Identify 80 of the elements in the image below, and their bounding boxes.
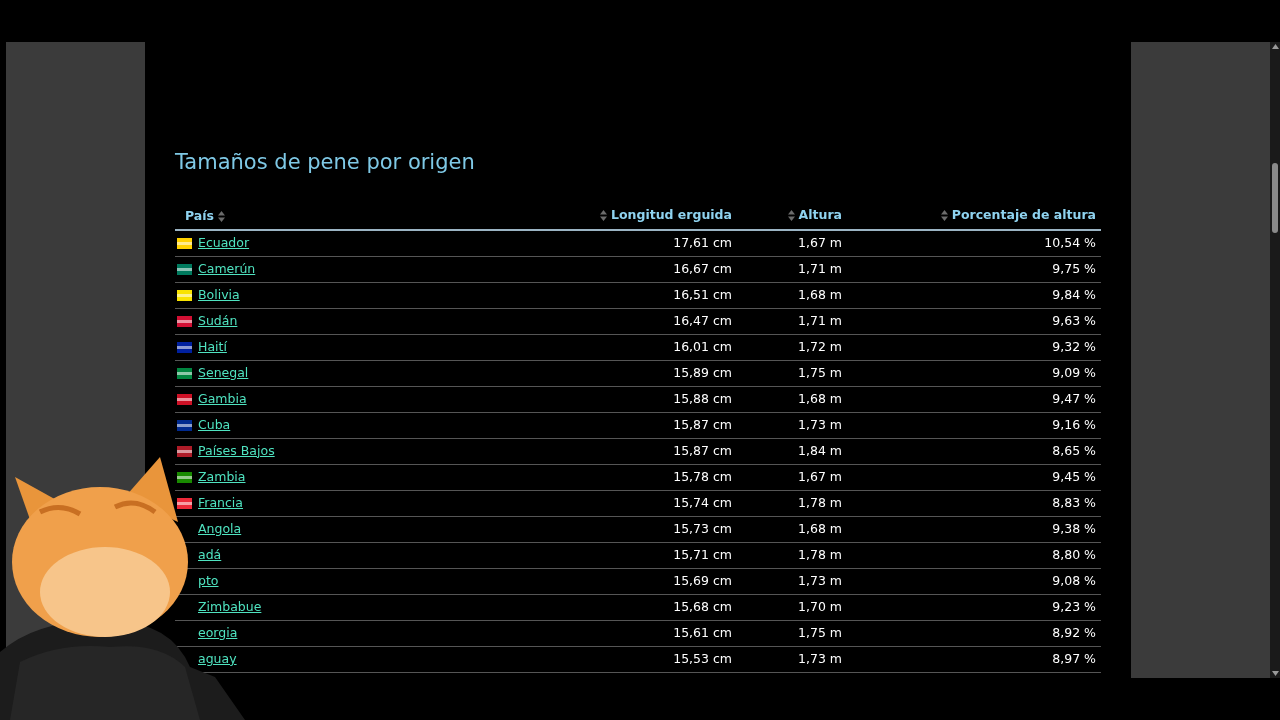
column-header[interactable]: Altura [798, 206, 842, 225]
percent-cell: 9,38 % [1052, 520, 1096, 536]
length-cell: 16,67 cm [673, 260, 732, 276]
country-link[interactable]: Cuba [198, 415, 231, 435]
percent-cell: 8,92 % [1052, 624, 1096, 640]
percent-cell: 9,47 % [1052, 390, 1096, 406]
height-cell: 1,71 m [798, 260, 842, 276]
percent-cell: 8,83 % [1052, 494, 1096, 510]
height-cell: 1,68 m [798, 520, 842, 536]
percent-cell: 9,08 % [1052, 572, 1096, 588]
country-link[interactable]: Camerún [198, 259, 256, 279]
country-link[interactable]: Senegal [198, 363, 249, 383]
length-cell: 17,61 cm [673, 234, 732, 250]
height-cell: 1,71 m [798, 312, 842, 328]
percent-cell: 9,84 % [1052, 286, 1096, 302]
height-cell: 1,84 m [798, 442, 842, 458]
sort-icon [218, 211, 225, 222]
length-cell: 15,53 cm [673, 650, 732, 666]
length-cell: 15,61 cm [673, 624, 732, 640]
length-cell: 15,87 cm [673, 442, 732, 458]
country-link[interactable]: Francia [198, 493, 243, 513]
country-link[interactable]: Países Bajos [198, 441, 275, 461]
country-link[interactable]: Angola [198, 519, 242, 539]
country-link[interactable]: eorgia [198, 623, 238, 643]
length-cell: 16,01 cm [673, 338, 732, 354]
scrollbar[interactable] [1270, 42, 1280, 678]
column-header[interactable]: País [185, 207, 214, 226]
length-cell: 15,69 cm [673, 572, 732, 588]
country-link[interactable]: Ecuador [198, 233, 250, 253]
length-cell: 15,87 cm [673, 416, 732, 432]
length-cell: 15,78 cm [673, 468, 732, 484]
country-link[interactable]: pto [198, 571, 219, 591]
country-link[interactable]: adá [198, 545, 222, 565]
height-cell: 1,73 m [798, 416, 842, 432]
column-header[interactable]: Longitud erguida [611, 206, 732, 225]
country-link[interactable]: Gambia [198, 389, 247, 409]
country-link[interactable]: Sudán [198, 311, 238, 331]
scroll-down-icon[interactable] [1271, 671, 1279, 676]
height-cell: 1,68 m [798, 390, 842, 406]
length-cell: 15,89 cm [673, 364, 732, 380]
percent-cell: 9,23 % [1052, 598, 1096, 614]
percent-cell: 8,65 % [1052, 442, 1096, 458]
length-cell: 15,74 cm [673, 494, 732, 510]
percent-cell: 9,32 % [1052, 338, 1096, 354]
percent-cell: 8,97 % [1052, 650, 1096, 666]
length-cell: 15,73 cm [673, 520, 732, 536]
page-title: Tamaños de pene por origen [175, 149, 475, 176]
sort-icon [940, 210, 948, 222]
height-cell: 1,67 m [798, 468, 842, 484]
height-cell: 1,70 m [798, 598, 842, 614]
height-cell: 1,78 m [798, 546, 842, 562]
length-cell: 15,68 cm [673, 598, 732, 614]
percent-cell: 9,45 % [1052, 468, 1096, 484]
country-link[interactable]: Zambia [198, 467, 246, 487]
height-cell: 1,75 m [798, 624, 842, 640]
sort-icon [600, 210, 607, 222]
percent-cell: 10,54 % [1044, 234, 1096, 250]
percent-cell: 9,75 % [1052, 260, 1096, 276]
percent-cell: 9,16 % [1052, 416, 1096, 432]
column-header[interactable]: Porcentaje de altura [951, 206, 1096, 225]
length-cell: 16,47 cm [673, 312, 732, 328]
height-cell: 1,72 m [798, 338, 842, 354]
height-cell: 1,75 m [798, 364, 842, 380]
country-link[interactable]: aguay [198, 649, 237, 669]
height-cell: 1,67 m [798, 234, 842, 250]
height-cell: 1,68 m [798, 286, 842, 302]
height-cell: 1,78 m [798, 494, 842, 510]
percent-cell: 9,63 % [1052, 312, 1096, 328]
height-cell: 1,73 m [798, 650, 842, 666]
country-link[interactable]: Zimbabue [198, 597, 262, 617]
country-link[interactable]: Haití [198, 337, 227, 357]
country-link[interactable]: Bolivia [198, 285, 240, 305]
length-cell: 15,71 cm [673, 546, 732, 562]
percent-cell: 9,09 % [1052, 364, 1096, 380]
height-cell: 1,73 m [798, 572, 842, 588]
length-cell: 15,88 cm [673, 390, 732, 406]
percent-cell: 8,80 % [1052, 546, 1096, 562]
length-cell: 16,51 cm [673, 286, 732, 302]
scroll-up-icon[interactable] [1271, 44, 1279, 49]
sort-icon [787, 210, 795, 222]
